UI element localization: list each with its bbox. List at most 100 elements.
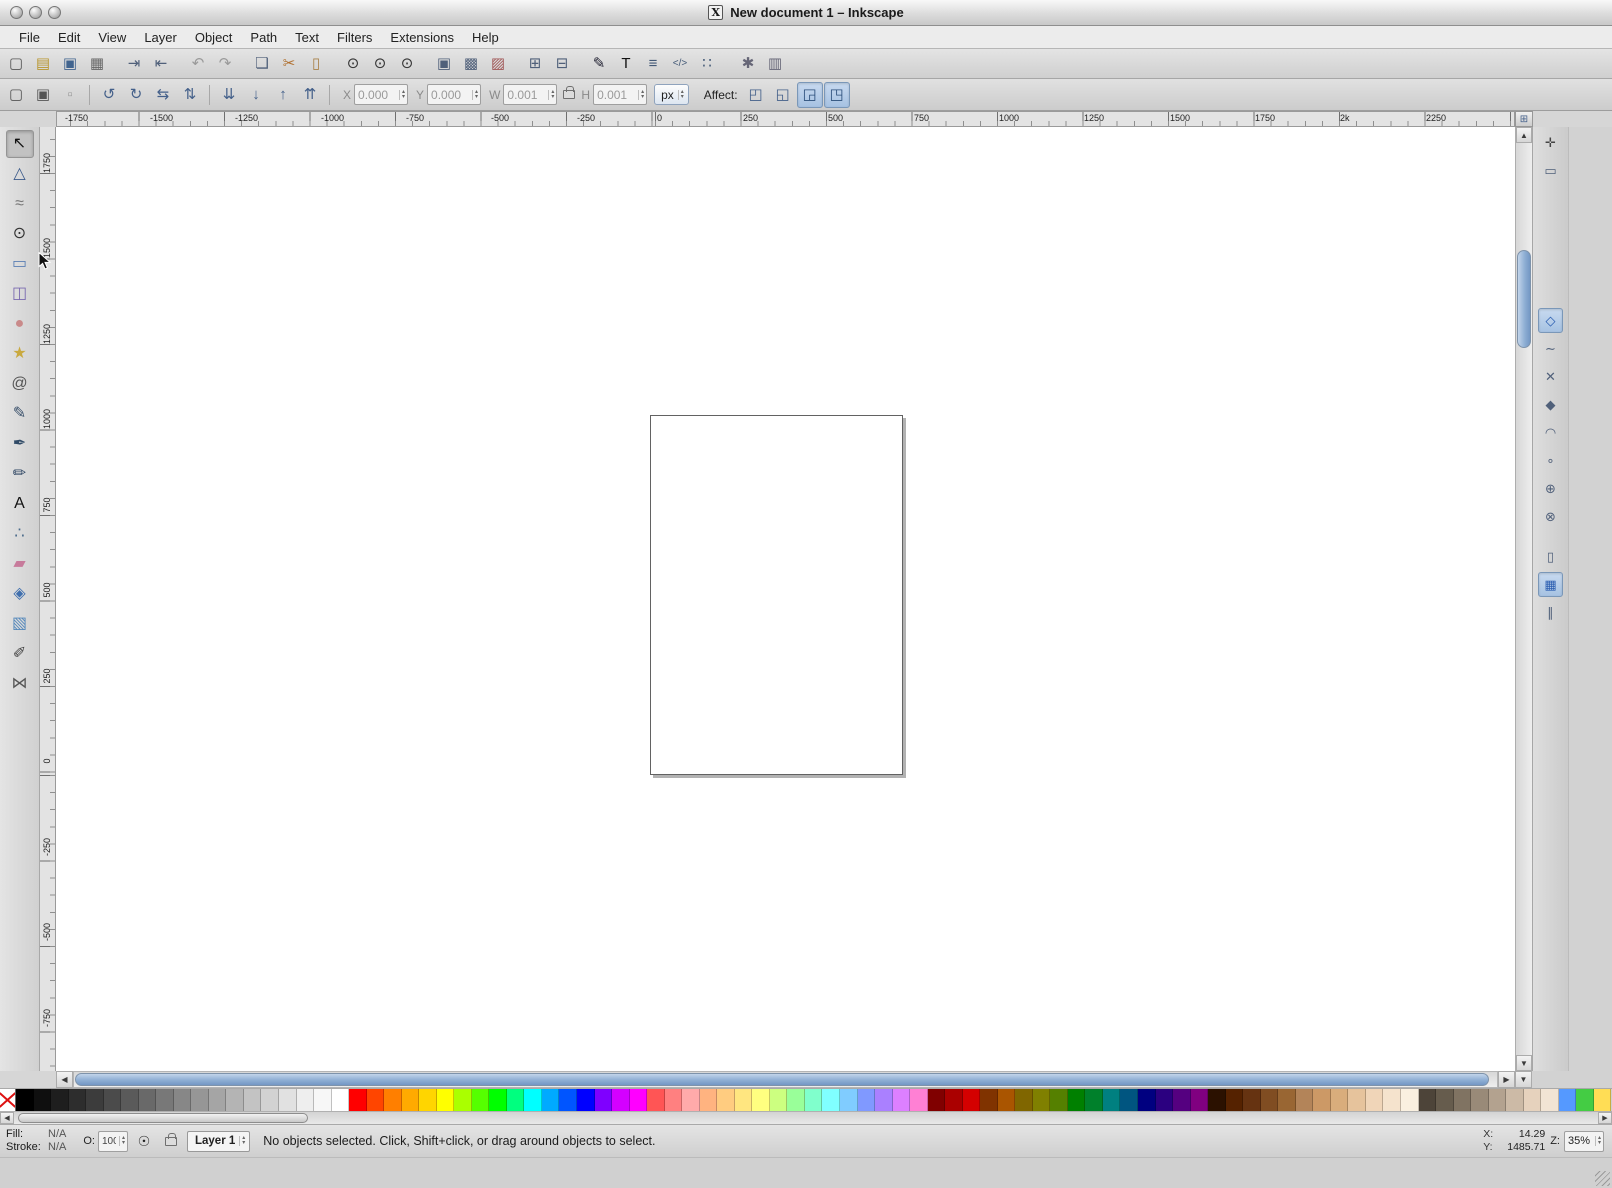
print-document[interactable]: ▦	[84, 51, 110, 77]
scroll-down-button[interactable]: ▼	[1516, 1055, 1532, 1071]
inkscape-preferences[interactable]: ✱	[735, 51, 761, 77]
palette-swatch[interactable]	[156, 1089, 174, 1111]
resize-grip[interactable]	[1595, 1171, 1610, 1186]
horizontal-scroll-thumb[interactable]	[75, 1073, 1489, 1086]
unit-selector[interactable]: px ▴▾	[654, 84, 689, 105]
ellipse-tool[interactable]: ●	[6, 310, 34, 338]
palette-swatch[interactable]	[261, 1089, 279, 1111]
zoom-input[interactable]	[1565, 1135, 1595, 1147]
open-document[interactable]: ▤	[30, 51, 56, 77]
palette-swatch[interactable]	[1068, 1089, 1086, 1111]
opacity-input[interactable]	[99, 1136, 119, 1147]
snap-guides[interactable]: ∥	[1538, 600, 1563, 625]
import-bitmap[interactable]: ⇥	[121, 51, 147, 77]
scroll-left-button[interactable]: ◀	[56, 1071, 73, 1088]
layer-visibility-toggle[interactable]: ☉	[133, 1130, 155, 1152]
palette-scroll-left-button[interactable]: ◀	[0, 1112, 14, 1124]
flip-vertical[interactable]: ⇅	[177, 82, 203, 108]
palette-swatch[interactable]	[1120, 1089, 1138, 1111]
palette-swatch[interactable]	[1173, 1089, 1191, 1111]
palette-swatch[interactable]	[139, 1089, 157, 1111]
transform-patterns-toggle[interactable]: ◳	[824, 82, 850, 108]
palette-swatch[interactable]	[86, 1089, 104, 1111]
palette-swatch[interactable]	[822, 1089, 840, 1111]
palette-swatch[interactable]	[104, 1089, 122, 1111]
palette-scroll-thumb[interactable]	[18, 1113, 308, 1123]
palette-swatch[interactable]	[69, 1089, 87, 1111]
menu-help[interactable]: Help	[463, 27, 508, 48]
palette-swatch[interactable]	[191, 1089, 209, 1111]
palette-swatch[interactable]	[612, 1089, 630, 1111]
palette-swatch[interactable]	[1576, 1089, 1594, 1111]
scroll-up-button[interactable]: ▲	[1516, 127, 1532, 143]
palette-swatch[interactable]	[998, 1089, 1016, 1111]
layer-stepper[interactable]: ▴▾	[239, 1136, 247, 1146]
select-all[interactable]: ▢	[3, 82, 29, 108]
text-tool[interactable]: A	[6, 490, 34, 518]
zoom-stepper[interactable]: ▴▾	[1595, 1136, 1603, 1146]
palette-swatch[interactable]	[858, 1089, 876, 1111]
palette-swatch[interactable]	[1103, 1089, 1121, 1111]
palette-swatch[interactable]	[1033, 1089, 1051, 1111]
palette-swatch[interactable]	[244, 1089, 262, 1111]
palette-scroll-right-button[interactable]: ▶	[1598, 1112, 1612, 1124]
palette-swatch[interactable]	[174, 1089, 192, 1111]
layers-dialog[interactable]: ≡	[640, 51, 666, 77]
ruler-corner-button[interactable]: ⊞	[1515, 111, 1533, 127]
canvas[interactable]	[56, 127, 1515, 1071]
titlebar[interactable]: X New document 1 – Inkscape	[0, 0, 1612, 26]
palette-swatch[interactable]	[1541, 1089, 1559, 1111]
palette-swatch[interactable]	[893, 1089, 911, 1111]
palette-swatch[interactable]	[980, 1089, 998, 1111]
fill-stroke-dialog[interactable]: ✎	[586, 51, 612, 77]
scroll-down-button[interactable]: ▼	[1515, 1071, 1532, 1088]
palette-swatch[interactable]	[542, 1089, 560, 1111]
xml-editor[interactable]: </>	[667, 51, 693, 77]
palette-swatch[interactable]	[1348, 1089, 1366, 1111]
vertical-scroll-track[interactable]	[1516, 143, 1532, 1055]
palette-swatch[interactable]	[507, 1089, 525, 1111]
palette-swatch[interactable]	[577, 1089, 595, 1111]
x-input[interactable]	[355, 88, 399, 102]
palette-swatch[interactable]	[875, 1089, 893, 1111]
rectangle-tool[interactable]: ▭	[6, 250, 34, 278]
transform-gradients-toggle[interactable]: ◲	[797, 82, 823, 108]
flip-horizontal[interactable]: ⇆	[150, 82, 176, 108]
palette-swatch[interactable]	[840, 1089, 858, 1111]
lower-to-bottom[interactable]: ⇊	[216, 82, 242, 108]
menu-view[interactable]: View	[89, 27, 135, 48]
palette-swatch[interactable]	[1313, 1089, 1331, 1111]
undo[interactable]: ↶	[185, 51, 211, 77]
lock-width-height-icon[interactable]	[563, 90, 575, 99]
palette-swatch[interactable]	[209, 1089, 227, 1111]
palette-swatch[interactable]	[1226, 1089, 1244, 1111]
palette-swatch[interactable]	[700, 1089, 718, 1111]
palette-swatch[interactable]	[630, 1089, 648, 1111]
text-dialog[interactable]: T	[613, 51, 639, 77]
unlink-clone[interactable]: ▨	[485, 51, 511, 77]
tweak-tool[interactable]: ≈	[6, 190, 34, 218]
palette-scrollbar[interactable]: ◀ ▶	[0, 1111, 1612, 1124]
snap-bounding-box[interactable]: ▭	[1538, 158, 1563, 183]
width-input[interactable]	[504, 88, 548, 102]
palette-swatch[interactable]	[945, 1089, 963, 1111]
gradient-tool[interactable]: ▧	[6, 610, 34, 638]
menu-extensions[interactable]: Extensions	[381, 27, 463, 48]
palette-swatch[interactable]	[665, 1089, 683, 1111]
minimize-button[interactable]	[29, 6, 42, 19]
palette-swatch[interactable]	[402, 1089, 420, 1111]
select-all-in-all-layers[interactable]: ▣	[30, 82, 56, 108]
pencil-tool[interactable]: ✎	[6, 400, 34, 428]
snap-line-midpoints[interactable]: ∘	[1538, 448, 1563, 473]
palette-swatch[interactable]	[735, 1089, 753, 1111]
menu-path[interactable]: Path	[241, 27, 286, 48]
spray-tool[interactable]: ∴	[6, 520, 34, 548]
menu-filters[interactable]: Filters	[328, 27, 381, 48]
new-document[interactable]: ▢	[3, 51, 29, 77]
palette-swatch[interactable]	[349, 1089, 367, 1111]
lower[interactable]: ↓	[243, 82, 269, 108]
palette-swatch[interactable]	[1524, 1089, 1542, 1111]
opacity-stepper[interactable]: ▴▾	[119, 1136, 127, 1146]
zoom-to-selection[interactable]: ⊙	[340, 51, 366, 77]
close-button[interactable]	[10, 6, 23, 19]
